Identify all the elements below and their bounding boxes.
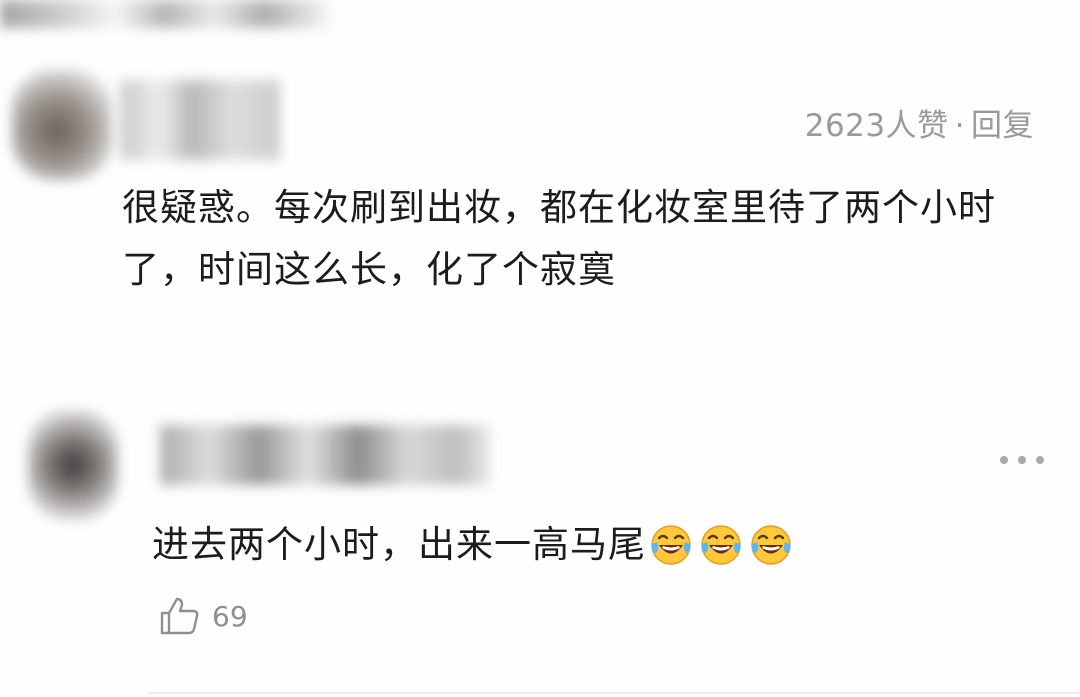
- blurred-username[interactable]: [160, 425, 490, 485]
- like-count: 69: [212, 599, 248, 633]
- more-horizontal-icon: [1036, 456, 1044, 464]
- more-horizontal-icon: [1000, 456, 1008, 464]
- reply-button[interactable]: 回复: [971, 108, 1034, 144]
- comment-thread: 2623人赞 · 回复 很疑惑。每次刷到出妆，都在化妆室里待了两个小时了，时间这么长…: [0, 0, 1080, 697]
- laughing-tears-emoji: [701, 525, 741, 565]
- divider: [148, 692, 1080, 694]
- thumbs-up-icon: [160, 597, 199, 635]
- laughing-tears-emoji: [751, 525, 791, 565]
- blurred-username[interactable]: [120, 80, 280, 160]
- like-count-text[interactable]: 2623人赞: [805, 108, 949, 144]
- avatar[interactable]: [12, 70, 112, 180]
- reply-comment: 进去两个小时，出来一高马尾: [152, 517, 794, 573]
- blurred-previous-content: [0, 0, 330, 28]
- comment-text: 进去两个小时，出来一高马尾: [152, 523, 646, 566]
- like-button[interactable]: 69: [158, 594, 248, 638]
- comment-meta: 2623人赞 · 回复: [805, 100, 1034, 145]
- meta-separator: ·: [954, 108, 965, 144]
- more-horizontal-icon: [1018, 456, 1026, 464]
- avatar[interactable]: [28, 410, 118, 520]
- comment-text: 很疑惑。每次刷到出妆，都在化妆室里待了两个小时了，时间这么长，化了个寂寞: [122, 186, 996, 291]
- laughing-tears-emoji: [651, 525, 691, 565]
- emoji-group: [648, 522, 794, 568]
- more-options-button[interactable]: [1000, 446, 1044, 474]
